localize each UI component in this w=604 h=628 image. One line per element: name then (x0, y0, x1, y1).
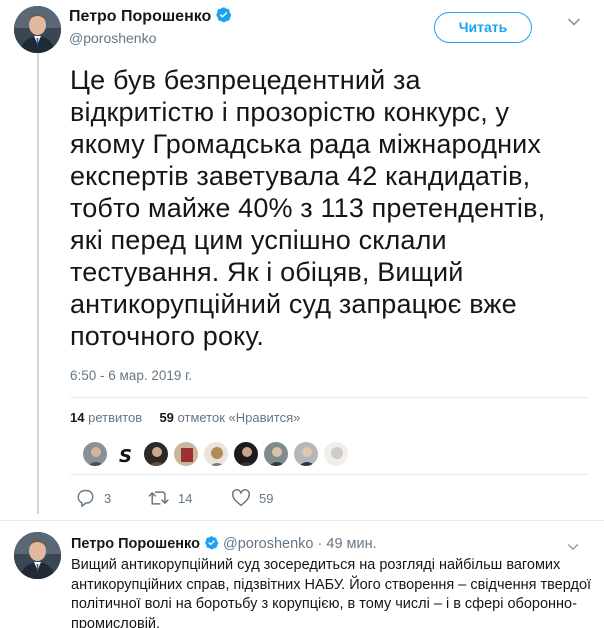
reply-text-line: антикорупційних справ, підзвітних НАБУ. … (71, 576, 592, 593)
like-button[interactable]: 59 (231, 489, 273, 507)
liker-avatar[interactable] (323, 441, 349, 467)
liker-avatar[interactable] (293, 441, 319, 467)
liker-avatar[interactable] (233, 441, 259, 467)
svg-text:S: S (119, 446, 132, 467)
tweet-timestamp[interactable]: 6:50 - 6 мар. 2019 г. (70, 368, 192, 383)
likes-label[interactable]: отметок «Нравится» (178, 410, 301, 425)
tweet-text-line: антикорупційний суд запрацює вже (70, 289, 517, 319)
like-count: 59 (259, 490, 274, 506)
reply-header: Петро Порошенко @poroshenko · 49 мин. (71, 535, 377, 552)
retweet-count: 14 (178, 490, 193, 506)
divider (70, 474, 588, 475)
liker-avatar[interactable]: S (112, 441, 138, 467)
reply-author-name[interactable]: Петро Порошенко (71, 536, 200, 552)
retweet-icon (148, 491, 169, 505)
tweet-text-line: поточного року. (70, 321, 264, 351)
reply-author-avatar[interactable] (14, 532, 61, 579)
reply-time[interactable]: · 49 мин. (318, 536, 377, 552)
chevron-down-icon[interactable] (566, 14, 582, 30)
reply-text: Вищий антикорупційний суд зосередиться н… (71, 556, 592, 628)
engagement-stats: 14 ретвитов 59 отметок «Нравится» (70, 410, 300, 425)
reply-icon (77, 489, 94, 507)
liker-avatar[interactable] (173, 441, 199, 467)
reply-text-line: промисловій. (71, 615, 161, 628)
tweet-text-line: тестування. Як і обіцяв, Вищий (70, 257, 464, 287)
tweet-text-line: відкритістю і прозорістю конкурс, у (70, 97, 510, 127)
author-name-text[interactable]: Петро Порошенко (69, 8, 211, 25)
tweet-text-line: якому Громадська рада міжнародних (70, 129, 542, 159)
verified-badge-icon (205, 536, 219, 550)
divider (70, 397, 588, 398)
reply-text-line: Вищий антикорупційний суд зосередиться н… (71, 557, 561, 573)
verified-badge-icon (216, 7, 232, 23)
tweet-text-line: експертів заветувала 42 кандидатів, (70, 161, 531, 191)
retweets-label[interactable]: ретвитов (88, 410, 142, 425)
tweet-text-line: тобто майже 40% з 113 претендентів, (70, 193, 546, 223)
likes-count[interactable]: 59 (159, 410, 173, 425)
tweet-text-line: Це був безпрецедентний за (70, 65, 421, 95)
divider (0, 520, 604, 521)
heart-icon (232, 489, 250, 507)
retweet-button[interactable]: 14 (148, 489, 192, 507)
liker-avatar[interactable] (263, 441, 289, 467)
liker-avatar[interactable] (203, 441, 229, 467)
reply-text-line: політичної волі на боротьбу з корупцією,… (71, 596, 577, 612)
chevron-down-icon[interactable] (566, 540, 580, 554)
liker-avatar[interactable] (82, 441, 108, 467)
author-name[interactable]: Петро Порошенко (69, 6, 232, 26)
reply-handle[interactable]: @poroshenko (223, 536, 314, 552)
reply-button[interactable]: 3 (76, 489, 111, 507)
retweets-count[interactable]: 14 (70, 410, 84, 425)
author-handle[interactable]: @poroshenko (69, 30, 156, 46)
tweet-text-line: які перед цим успішно склали (70, 225, 447, 255)
author-avatar[interactable] (14, 6, 61, 53)
tweet-actions: 3 14 59 (76, 489, 376, 511)
liker-avatar[interactable] (143, 441, 169, 467)
tweet-text: Це був безпрецедентний за відкритістю і … (70, 64, 590, 352)
reply-count: 3 (104, 490, 112, 506)
thread-connector-line (37, 52, 39, 514)
follow-button[interactable]: Читать (434, 12, 532, 43)
